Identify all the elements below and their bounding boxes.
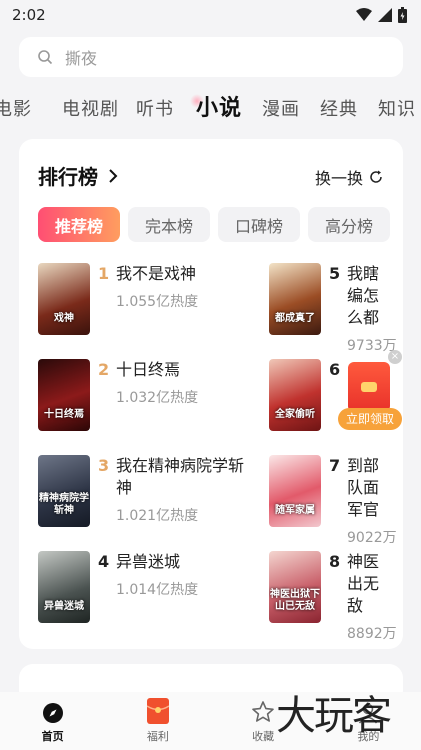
refresh-button[interactable]: 换一换 <box>315 165 383 189</box>
status-time: 2:02 <box>12 6 46 24</box>
book-item[interactable]: 戏神 1 我不是戏神 1.055亿热度 <box>38 263 198 335</box>
nav-welfare[interactable]: 福利 <box>105 692 210 750</box>
tab-comic[interactable]: 漫画 <box>262 95 300 121</box>
claim-button[interactable]: 立即领取 <box>338 408 402 430</box>
book-cover-text: 十日终焉 <box>44 409 84 420</box>
chip-recommended[interactable]: 推荐榜 <box>38 207 120 242</box>
book-cover-text: 全家偷听 <box>275 409 315 420</box>
ranking-title: 排行榜 <box>38 165 98 189</box>
category-tabs: 电影 电视剧 听书 小说 漫画 经典 知识 <box>0 86 421 130</box>
watermark-text: 大玩客 <box>276 693 392 739</box>
book-rank: 2 <box>98 360 110 379</box>
book-cover: 十日终焉 <box>38 359 90 431</box>
book-cover: 全家偷听 <box>269 359 321 431</box>
tab-classic[interactable]: 经典 <box>320 95 358 121</box>
book-cover-text: 都成真了 <box>275 313 315 324</box>
chip-completed[interactable]: 完本榜 <box>128 207 210 242</box>
book-rank: 8 <box>329 552 341 571</box>
book-title: 我不是戏神 <box>116 264 197 283</box>
book-rank: 5 <box>329 264 341 283</box>
book-item[interactable]: 随军家属 7 到部队面军官 9022万 <box>269 455 397 547</box>
nav-home-label: 首页 <box>41 730 64 743</box>
signal-icon <box>378 8 392 22</box>
book-item[interactable]: 十日终焉 2 十日终焉 1.032亿热度 <box>38 359 198 431</box>
book-cover: 戏神 <box>38 263 90 335</box>
book-cover: 都成真了 <box>269 263 321 335</box>
book-title: 到部队面军官 <box>347 456 380 519</box>
book-cover-text: 随军家属 <box>275 505 315 516</box>
chip-high-score[interactable]: 高分榜 <box>308 207 390 242</box>
chevron-right-icon <box>109 168 118 183</box>
book-heat: 1.021亿热度 <box>116 508 199 524</box>
search-placeholder: 撕夜 <box>65 49 98 68</box>
book-cover-text: 戏神 <box>54 313 74 324</box>
book-title: 神医出无敌 <box>347 552 380 615</box>
search-bar[interactable]: 撕夜 <box>19 37 403 77</box>
tab-audiobook[interactable]: 听书 <box>136 95 174 121</box>
status-bar: 2:02 <box>0 0 421 30</box>
book-heat: 8892万 <box>347 626 397 642</box>
battery-icon <box>398 7 407 23</box>
book-item[interactable]: 都成真了 5 我瞎编怎么都 9733万 <box>269 263 397 355</box>
search-icon <box>38 50 53 65</box>
ranking-header[interactable]: 排行榜 <box>38 161 118 190</box>
red-envelope-icon <box>146 698 169 724</box>
tab-novel[interactable]: 小说 <box>196 90 242 122</box>
close-icon[interactable]: × <box>388 350 402 364</box>
refresh-label: 换一换 <box>314 169 363 188</box>
book-heat: 1.032亿热度 <box>116 390 199 406</box>
red-packet-icon <box>348 362 390 412</box>
book-cover-text: 神医出狱下山已无敌 <box>270 589 320 612</box>
chip-reputation[interactable]: 口碑榜 <box>218 207 300 242</box>
ranking-chips: 推荐榜 完本榜 口碑榜 高分榜 <box>38 207 390 242</box>
book-cover: 异兽迷城 <box>38 551 90 623</box>
book-rank: 3 <box>98 456 110 475</box>
book-cover-text: 异兽迷城 <box>44 601 84 612</box>
nav-home[interactable]: 首页 <box>0 692 105 750</box>
book-title: 异兽迷城 <box>116 552 181 571</box>
book-cover: 精神病院学斩神 <box>38 455 90 527</box>
red-packet-widget[interactable]: × 立即领取 <box>338 350 402 432</box>
book-item[interactable]: 异兽迷城 4 异兽迷城 1.014亿热度 <box>38 551 198 623</box>
tab-movie[interactable]: 电影 <box>0 95 32 121</box>
book-rank: 1 <box>98 264 110 283</box>
book-cover: 随军家属 <box>269 455 321 527</box>
book-cover-text: 精神病院学斩神 <box>39 493 89 516</box>
tab-tv[interactable]: 电视剧 <box>62 95 119 121</box>
book-item[interactable]: 精神病院学斩神 3 我在精神病院学斩神 1.021亿热度 <box>38 455 256 527</box>
book-title: 我瞎编怎么都 <box>347 264 380 327</box>
book-rank: 7 <box>329 456 341 475</box>
compass-icon <box>42 703 63 723</box>
book-cover: 神医出狱下山已无敌 <box>269 551 321 623</box>
tab-knowledge[interactable]: 知识 <box>378 95 416 121</box>
book-heat: 1.014亿热度 <box>116 582 199 598</box>
wifi-icon <box>356 8 372 21</box>
book-title: 我在精神病院学斩神 <box>116 456 245 497</box>
nav-favorites-label: 收藏 <box>252 730 275 743</box>
status-icons <box>356 7 407 23</box>
nav-welfare-label: 福利 <box>146 730 169 743</box>
book-heat: 9022万 <box>347 530 397 546</box>
book-rank: 4 <box>98 552 110 571</box>
book-title: 十日终焉 <box>116 360 181 379</box>
refresh-icon <box>370 170 382 183</box>
star-icon <box>252 701 274 722</box>
book-item[interactable]: 神医出狱下山已无敌 8 神医出无敌 8892万 <box>269 551 397 643</box>
book-heat: 1.055亿热度 <box>116 294 199 310</box>
